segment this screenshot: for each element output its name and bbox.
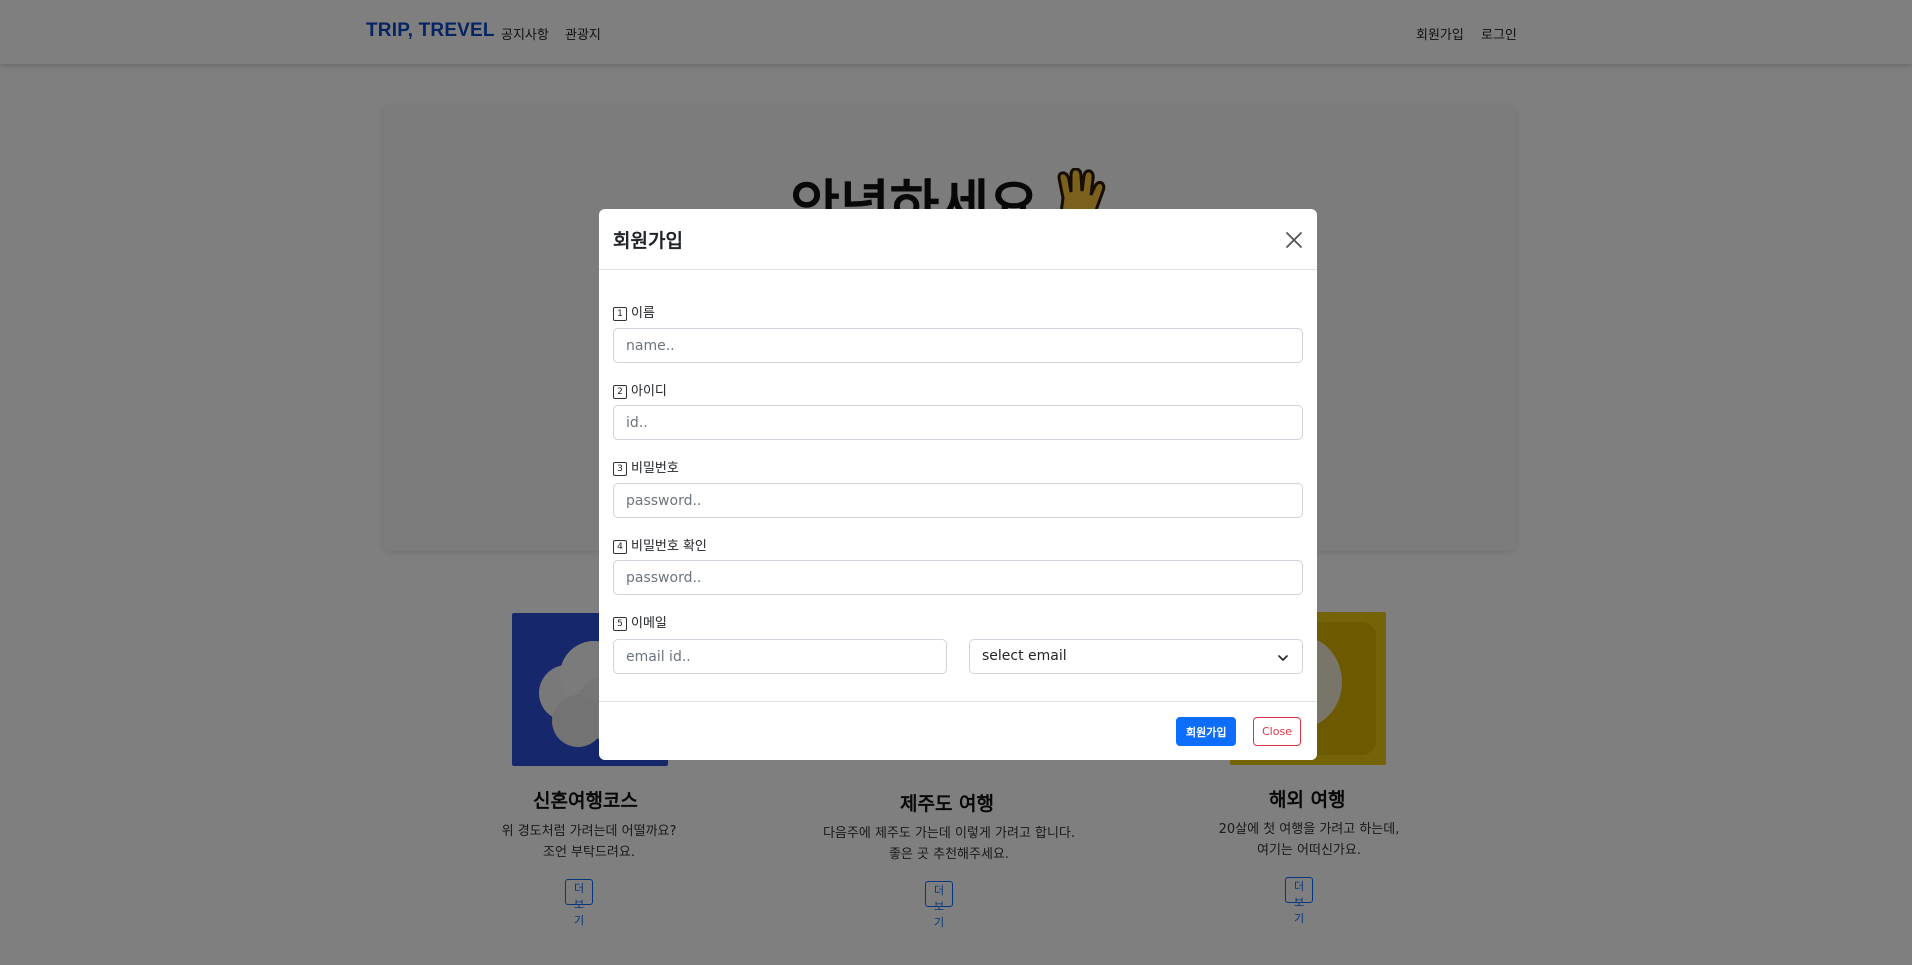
id-input[interactable] — [613, 405, 1303, 440]
email-select-value: select email — [982, 648, 1067, 664]
id-label: 2 아이디 — [613, 380, 667, 399]
email-id-input[interactable] — [613, 639, 947, 674]
modal-title: 회원가입 — [613, 230, 683, 252]
name-label: 1 이름 — [613, 302, 655, 321]
password-confirm-label-text: 비밀번호 확인 — [631, 539, 707, 554]
name-label-text: 이름 — [631, 306, 655, 321]
password-confirm-input[interactable] — [613, 560, 1303, 595]
signup-submit-button[interactable]: 회원가입 — [1176, 717, 1237, 746]
close-button[interactable]: Close — [1253, 717, 1301, 746]
password-label: 3 비밀번호 — [613, 457, 679, 476]
id-label-text: 아이디 — [631, 384, 667, 399]
chevron-down-icon — [1278, 655, 1288, 661]
name-input[interactable] — [613, 328, 1303, 363]
number-2-icon: 2 — [613, 385, 627, 399]
number-5-icon: 5 — [613, 617, 627, 631]
password-label-text: 비밀번호 — [631, 461, 679, 476]
email-domain-select[interactable]: select email — [969, 639, 1303, 674]
modal-header: 회원가입 — [599, 209, 1317, 270]
email-label: 5 이메일 — [613, 612, 667, 631]
page: TRIP, TREVEL 공지사항 관광지 회원가입 로그인 안녕하세요 신혼여… — [0, 0, 1912, 965]
close-icon[interactable] — [1283, 229, 1305, 251]
number-1-icon: 1 — [613, 307, 627, 321]
password-input[interactable] — [613, 483, 1303, 518]
signup-modal: 회원가입 1 이름 2 아이디 3 비밀번호 4 비밀번호 확인 5 이메일 select… — [599, 209, 1317, 760]
email-label-text: 이메일 — [631, 616, 667, 631]
password-confirm-label: 4 비밀번호 확인 — [613, 535, 707, 554]
number-3-icon: 3 — [613, 462, 627, 476]
number-4-icon: 4 — [613, 540, 627, 554]
